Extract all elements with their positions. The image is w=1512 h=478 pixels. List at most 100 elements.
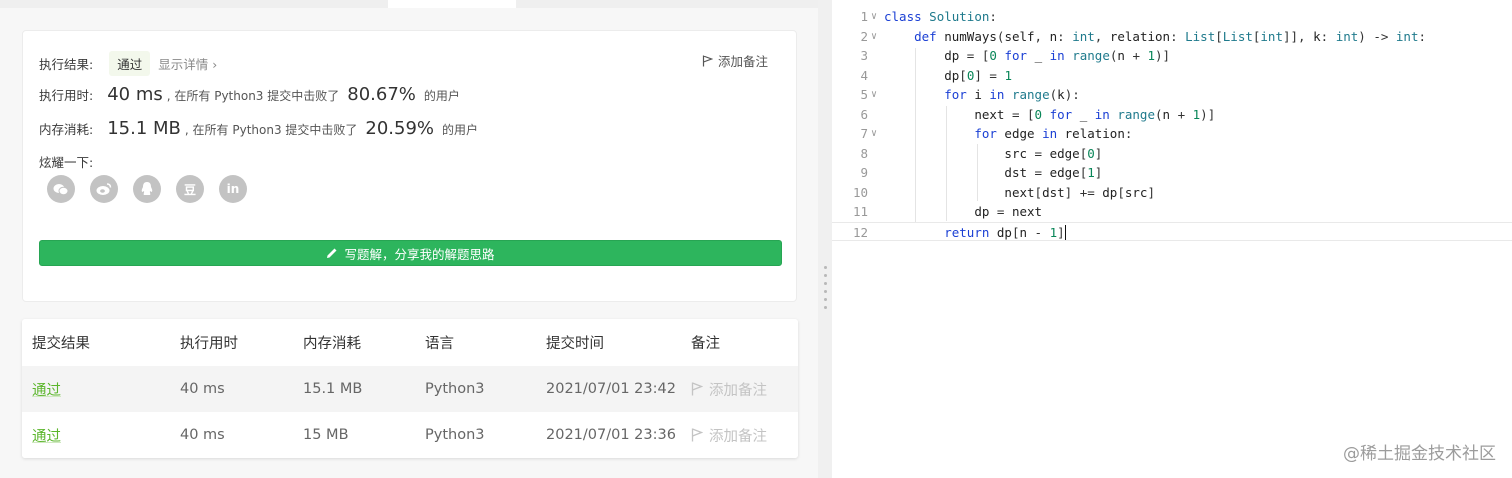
code-line[interactable]: 6 next = [0 for _ in range(n + 1)] bbox=[832, 105, 1512, 124]
flag-icon bbox=[702, 54, 713, 66]
memory-value: 15.1 MB bbox=[107, 118, 181, 139]
show-details-link[interactable]: 显示详情 › bbox=[158, 54, 217, 73]
header-status: 提交结果 bbox=[32, 335, 90, 352]
code-text: src = edge[0] bbox=[1004, 145, 1103, 161]
submission-runtime: 40 ms bbox=[180, 427, 225, 443]
qq-icon[interactable] bbox=[133, 175, 161, 203]
submission-time: 2021/07/01 23:36 bbox=[546, 427, 676, 443]
code-line[interactable]: 10 next[dst] += dp[src] bbox=[832, 183, 1512, 202]
code-editor[interactable]: 1 ∨ class Solution: 2 ∨ def numWays(self, n:… bbox=[832, 0, 1512, 478]
submission-status-link[interactable]: 通过 bbox=[32, 425, 61, 446]
submissions-table: 提交结果 执行用时 内存消耗 语言 提交时间 备注 通过 40 ms 15.1 … bbox=[22, 319, 798, 458]
memory-suffix: 的用户 bbox=[442, 123, 479, 137]
line-number: 9 bbox=[860, 165, 868, 180]
add-note-label: 添加备注 bbox=[717, 54, 768, 69]
fold-chevron-icon[interactable]: ∨ bbox=[871, 85, 877, 104]
share-icons: 豆 in bbox=[47, 175, 262, 203]
runtime-value: 40 ms bbox=[107, 84, 163, 105]
douban-icon[interactable]: 豆 bbox=[176, 175, 204, 203]
splitter-handle-icon[interactable] bbox=[824, 266, 827, 314]
memory-text: , 在所有 Python3 提交中击败了 bbox=[184, 123, 358, 137]
active-tab[interactable] bbox=[388, 0, 516, 8]
fold-chevron-icon[interactable]: ∨ bbox=[871, 7, 877, 26]
top-tab-strip bbox=[0, 0, 818, 8]
row-add-note-button[interactable]: 添加备注 bbox=[691, 425, 767, 446]
memory-row: 内存消耗: 15.1 MB , 在所有 Python3 提交中击败了 20.59… bbox=[39, 118, 478, 139]
line-number: 3 bbox=[860, 48, 868, 63]
code-text: return dp[n - 1] bbox=[944, 224, 1066, 240]
code-line[interactable]: 5 ∨ for i in range(k): bbox=[832, 85, 1512, 104]
submission-memory: 15 MB bbox=[303, 427, 349, 443]
code-line[interactable]: 11 dp = next bbox=[832, 202, 1512, 221]
status-row: 执行结果: 通过 显示详情 › bbox=[39, 51, 217, 76]
code-line[interactable]: 9 dst = edge[1] bbox=[832, 163, 1512, 182]
row-add-note-button[interactable]: 添加备注 bbox=[691, 379, 767, 400]
code-text: class Solution: bbox=[884, 9, 997, 24]
code-text: dp = next bbox=[974, 204, 1043, 219]
table-header: 提交结果 执行用时 内存消耗 语言 提交时间 备注 bbox=[22, 319, 798, 365]
line-number: 8 bbox=[860, 145, 868, 161]
line-number: 6 bbox=[860, 106, 868, 122]
runtime-text: , 在所有 Python3 提交中击败了 bbox=[166, 89, 340, 103]
submission-runtime: 40 ms bbox=[180, 381, 225, 397]
status-label: 执行结果: bbox=[39, 57, 94, 72]
code-line[interactable]: 12 return dp[n - 1] bbox=[832, 221, 1512, 241]
line-number: 4 bbox=[860, 67, 868, 83]
watermark: @稀土掘金技术社区 bbox=[1343, 444, 1496, 464]
submission-status-link[interactable]: 通过 bbox=[32, 379, 61, 400]
add-note-button[interactable]: 添加备注 bbox=[702, 51, 768, 70]
row-add-note-label: 添加备注 bbox=[709, 382, 767, 399]
code-text: for i in range(k): bbox=[944, 87, 1080, 102]
memory-percentile: 20.59% bbox=[365, 118, 435, 139]
code-text: dp = [0 for _ in range(n + 1)] bbox=[944, 48, 1171, 63]
text-cursor bbox=[1064, 224, 1066, 240]
line-number: 5 bbox=[860, 87, 868, 102]
code-line[interactable]: 8 src = edge[0] bbox=[832, 144, 1512, 163]
row-add-note-label: 添加备注 bbox=[709, 428, 767, 445]
flag-icon bbox=[691, 428, 703, 442]
submission-language: Python3 bbox=[425, 427, 485, 443]
code-line[interactable]: 2 ∨ def numWays(self, n: int, relation: L… bbox=[832, 27, 1512, 46]
code-line[interactable]: 7 ∨ for edge in relation: bbox=[832, 124, 1512, 143]
fold-chevron-icon[interactable]: ∨ bbox=[871, 27, 877, 46]
submission-language: Python3 bbox=[425, 381, 485, 397]
submission-memory: 15.1 MB bbox=[303, 381, 363, 397]
code-text: dp[0] = 1 bbox=[944, 67, 1012, 83]
line-number: 2 bbox=[860, 28, 868, 44]
fold-chevron-icon[interactable]: ∨ bbox=[871, 124, 877, 143]
header-note: 备注 bbox=[691, 335, 720, 352]
table-row: 通过 40 ms 15.1 MB Python3 2021/07/01 23:4… bbox=[22, 366, 798, 412]
header-language: 语言 bbox=[425, 335, 454, 352]
write-solution-label: 写题解，分享我的解题思路 bbox=[344, 246, 495, 262]
weibo-icon[interactable] bbox=[90, 175, 118, 203]
line-number: 1 bbox=[860, 9, 868, 24]
wechat-icon[interactable] bbox=[47, 175, 75, 203]
code-line[interactable]: 4 dp[0] = 1 bbox=[832, 66, 1512, 85]
code-text: next[dst] += dp[src] bbox=[1004, 184, 1155, 200]
submission-time: 2021/07/01 23:42 bbox=[546, 381, 676, 397]
flag-icon bbox=[691, 382, 703, 396]
pencil-icon bbox=[327, 248, 337, 258]
result-pane: 执行结果: 通过 显示详情 › 添加备注 执行用时: 40 ms , 在所有 P… bbox=[0, 0, 818, 478]
code-text: next = [0 for _ in range(n + 1)] bbox=[974, 106, 1216, 122]
code-line[interactable]: 1 ∨ class Solution: bbox=[832, 7, 1512, 26]
result-card: 执行结果: 通过 显示详情 › 添加备注 执行用时: 40 ms , 在所有 P… bbox=[22, 30, 797, 302]
share-row: 炫耀一下: bbox=[39, 152, 93, 171]
line-number: 10 bbox=[852, 184, 868, 200]
code-text: for edge in relation: bbox=[974, 126, 1133, 141]
linkedin-icon[interactable]: in bbox=[219, 175, 247, 203]
line-number: 7 bbox=[860, 126, 868, 141]
line-number: 11 bbox=[852, 204, 868, 219]
runtime-percentile: 80.67% bbox=[347, 84, 416, 105]
line-number: 12 bbox=[852, 224, 868, 240]
code-line[interactable]: 3 dp = [0 for _ in range(n + 1)] bbox=[832, 46, 1512, 65]
header-time: 提交时间 bbox=[546, 335, 604, 352]
header-memory: 内存消耗 bbox=[303, 335, 361, 352]
pane-splitter[interactable] bbox=[818, 0, 832, 478]
write-solution-button[interactable]: 写题解，分享我的解题思路 bbox=[39, 240, 782, 266]
runtime-label: 执行用时: bbox=[39, 88, 94, 103]
status-badge: 通过 bbox=[109, 51, 151, 76]
code-text: dst = edge[1] bbox=[1004, 165, 1103, 180]
memory-label: 内存消耗: bbox=[39, 122, 94, 137]
table-row: 通过 40 ms 15 MB Python3 2021/07/01 23:36 … bbox=[22, 412, 798, 458]
